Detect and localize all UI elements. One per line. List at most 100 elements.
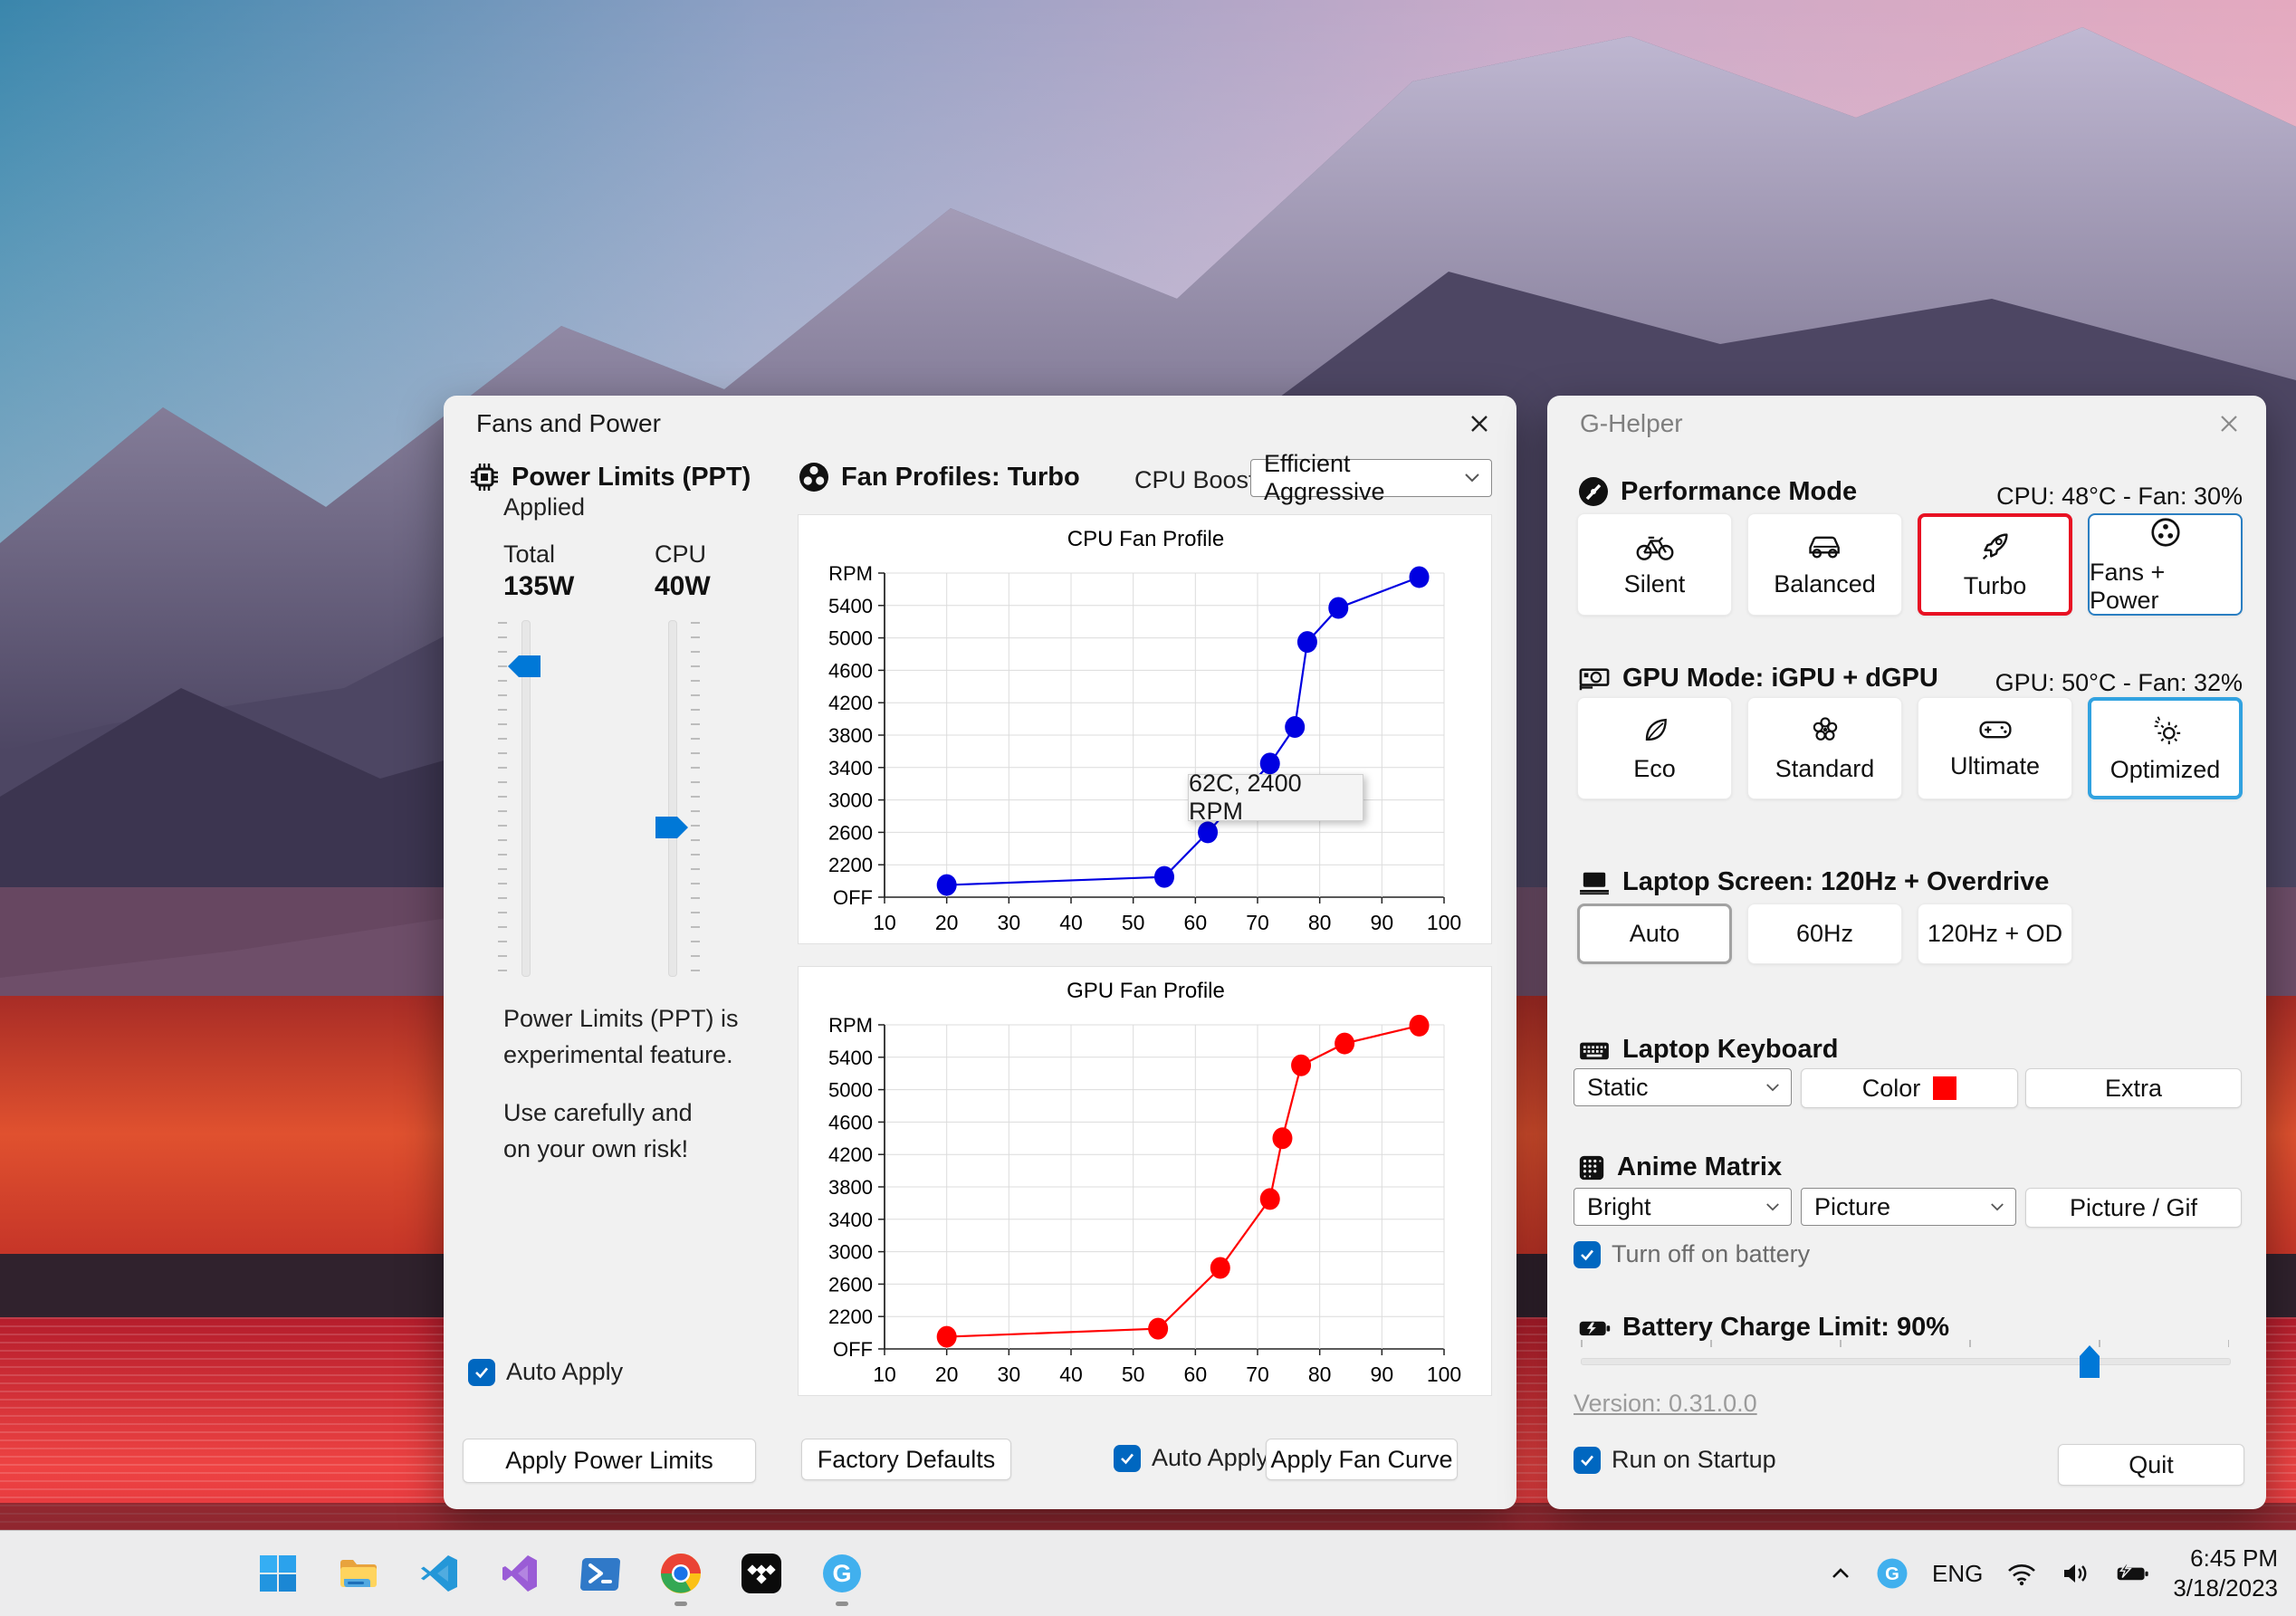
anime-content-dropdown[interactable]: Picture <box>1801 1188 2016 1226</box>
svg-text:OFF: OFF <box>833 1338 873 1361</box>
power-auto-apply-checkbox[interactable]: Auto Apply <box>468 1358 623 1386</box>
svg-text:80: 80 <box>1308 1363 1332 1386</box>
cpu-boost-dropdown[interactable]: Efficient Aggressive <box>1250 450 1492 505</box>
tidal-icon[interactable] <box>740 1552 783 1595</box>
svg-text:G: G <box>832 1560 851 1587</box>
car-icon <box>1805 531 1845 561</box>
cpu-slider-track[interactable] <box>668 620 677 977</box>
svg-text:60: 60 <box>1184 1363 1208 1386</box>
svg-text:5000: 5000 <box>828 627 873 650</box>
battery-slider-track[interactable] <box>1581 1358 2231 1365</box>
run-on-startup-checkbox[interactable]: Run on Startup <box>1574 1446 1776 1474</box>
battery-charging-icon[interactable] <box>2115 1561 2149 1586</box>
keyboard-color-swatch <box>1933 1076 1957 1100</box>
keyboard-extra-button[interactable]: Extra <box>2025 1068 2242 1108</box>
screen-60hz-button[interactable]: 60Hz <box>1747 904 1902 964</box>
tray-g-helper-icon[interactable]: G <box>1876 1557 1909 1590</box>
svg-text:50: 50 <box>1122 911 1145 934</box>
bicycle-icon <box>1635 531 1675 561</box>
svg-text:40: 40 <box>1059 911 1083 934</box>
cpu-slider-thumb[interactable] <box>655 817 688 838</box>
power-limits-applied-link[interactable]: Applied <box>503 493 585 521</box>
svg-text:20: 20 <box>935 911 959 934</box>
fans-window-title: Fans and Power <box>476 409 661 437</box>
leaf-icon <box>1639 713 1671 746</box>
mode-fans-power-button[interactable]: Fans + Power <box>2088 513 2243 616</box>
fans-window-titlebar[interactable]: Fans and Power <box>444 396 1516 452</box>
gpu-standard-button[interactable]: Standard <box>1747 697 1902 799</box>
laptop-screen-header: Laptop Screen: 120Hz + Overdrive <box>1577 867 2049 897</box>
tray-language[interactable]: ENG <box>1932 1560 1983 1588</box>
volume-icon[interactable] <box>2061 1561 2091 1586</box>
cpu-fan-chart[interactable]: CPU Fan Profile RPM 5400 5000 4600 4200 3800 34… <box>798 514 1492 944</box>
chevron-down-icon <box>1765 1083 1780 1093</box>
battery-slider-thumb[interactable] <box>2080 1345 2100 1378</box>
keyboard-color-button[interactable]: Color <box>1801 1068 2018 1108</box>
chrome-icon[interactable] <box>659 1552 703 1606</box>
svg-text:3400: 3400 <box>828 1209 873 1231</box>
ghelper-title: G-Helper <box>1580 409 1683 437</box>
svg-text:90: 90 <box>1371 911 1394 934</box>
svg-text:3000: 3000 <box>828 1241 873 1264</box>
mode-turbo-button[interactable]: Turbo <box>1918 513 2072 616</box>
chevron-down-icon <box>1765 1202 1780 1212</box>
windows-start-button[interactable] <box>256 1552 300 1595</box>
anime-turn-off-battery-checkbox[interactable]: Turn off on battery <box>1574 1240 1810 1268</box>
wifi-icon[interactable] <box>2006 1561 2037 1586</box>
gpu-eco-button[interactable]: Eco <box>1577 697 1732 799</box>
screen-120hz-od-button[interactable]: 120Hz + OD <box>1918 904 2072 964</box>
anime-brightness-dropdown[interactable]: Bright <box>1574 1188 1792 1226</box>
fan-profiles-header: Fan Profiles: Turbo <box>798 461 1080 493</box>
fan-icon <box>798 461 830 493</box>
mode-balanced-button[interactable]: Balanced <box>1747 513 1902 616</box>
tray-time: 6:45 PM <box>2190 1544 2278 1572</box>
battery-limit-header: Battery Charge Limit: 90% <box>1577 1313 1949 1343</box>
gpu-card-icon <box>1577 665 1612 693</box>
cpu-value: 40W <box>655 571 711 601</box>
g-helper-icon[interactable]: G <box>820 1552 864 1606</box>
powershell-icon[interactable] <box>579 1552 622 1595</box>
factory-defaults-button[interactable]: Factory Defaults <box>801 1439 1011 1480</box>
tray-chevron-up-icon[interactable] <box>1829 1564 1852 1583</box>
apply-power-limits-button[interactable]: Apply Power Limits <box>463 1439 756 1483</box>
close-icon[interactable] <box>1464 408 1495 439</box>
cpu-slider-ticks <box>691 622 700 975</box>
gpu-fan-chart[interactable]: GPU Fan Profile RPM 5400 5000 4600 4200 3800 34… <box>798 966 1492 1396</box>
anime-matrix-header: Anime Matrix <box>1577 1152 1782 1182</box>
file-explorer-icon[interactable] <box>337 1552 380 1595</box>
gear-sparkle-icon <box>2148 712 2183 747</box>
gpu-optimized-button[interactable]: Optimized <box>2088 697 2243 799</box>
close-icon[interactable] <box>2214 408 2244 439</box>
apply-fan-curve-button[interactable]: Apply Fan Curve <box>1266 1439 1458 1480</box>
fan-icon <box>2148 515 2183 550</box>
keyboard-mode-dropdown[interactable]: Static <box>1574 1068 1792 1106</box>
tray-clock[interactable]: 6:45 PM 3/18/2023 <box>2173 1544 2278 1603</box>
power-limits-warning-1: Power Limits (PPT) is experimental featu… <box>503 1005 739 1068</box>
gpu-ultimate-button[interactable]: Ultimate <box>1918 697 2072 799</box>
total-slider-thumb[interactable] <box>508 655 541 677</box>
laptop-keyboard-header: Laptop Keyboard <box>1577 1035 1838 1065</box>
svg-text:G: G <box>1885 1564 1899 1584</box>
visual-studio-icon[interactable] <box>498 1552 541 1595</box>
version-link[interactable]: Version: 0.31.0.0 <box>1574 1390 1757 1418</box>
mode-silent-button[interactable]: Silent <box>1577 513 1732 616</box>
fans-auto-apply-checkbox[interactable]: Auto Apply <box>1114 1444 1268 1472</box>
fans-and-power-window: Fans and Power Power Limits (PPT) Applie… <box>444 396 1516 1509</box>
svg-text:3400: 3400 <box>828 757 873 779</box>
anime-picture-gif-button[interactable]: Picture / Gif <box>2025 1188 2242 1228</box>
svg-text:20: 20 <box>935 1363 959 1386</box>
tray-date: 3/18/2023 <box>2173 1574 2278 1602</box>
svg-text:RPM: RPM <box>828 562 873 585</box>
svg-text:4600: 4600 <box>828 659 873 682</box>
vscode-icon[interactable] <box>417 1552 461 1595</box>
svg-text:70: 70 <box>1246 1363 1269 1386</box>
total-slider-ticks <box>498 622 507 975</box>
svg-text:3000: 3000 <box>828 789 873 812</box>
screen-auto-button[interactable]: Auto <box>1577 904 1732 964</box>
quit-button[interactable]: Quit <box>2058 1444 2244 1486</box>
cpu-fan-tooltip: 62C, 2400 RPM <box>1188 770 1363 825</box>
keyboard-icon <box>1577 1037 1612 1063</box>
total-label: Total <box>503 540 556 568</box>
ghelper-titlebar[interactable]: G-Helper <box>1547 396 2266 452</box>
chevron-down-icon <box>1464 473 1480 483</box>
